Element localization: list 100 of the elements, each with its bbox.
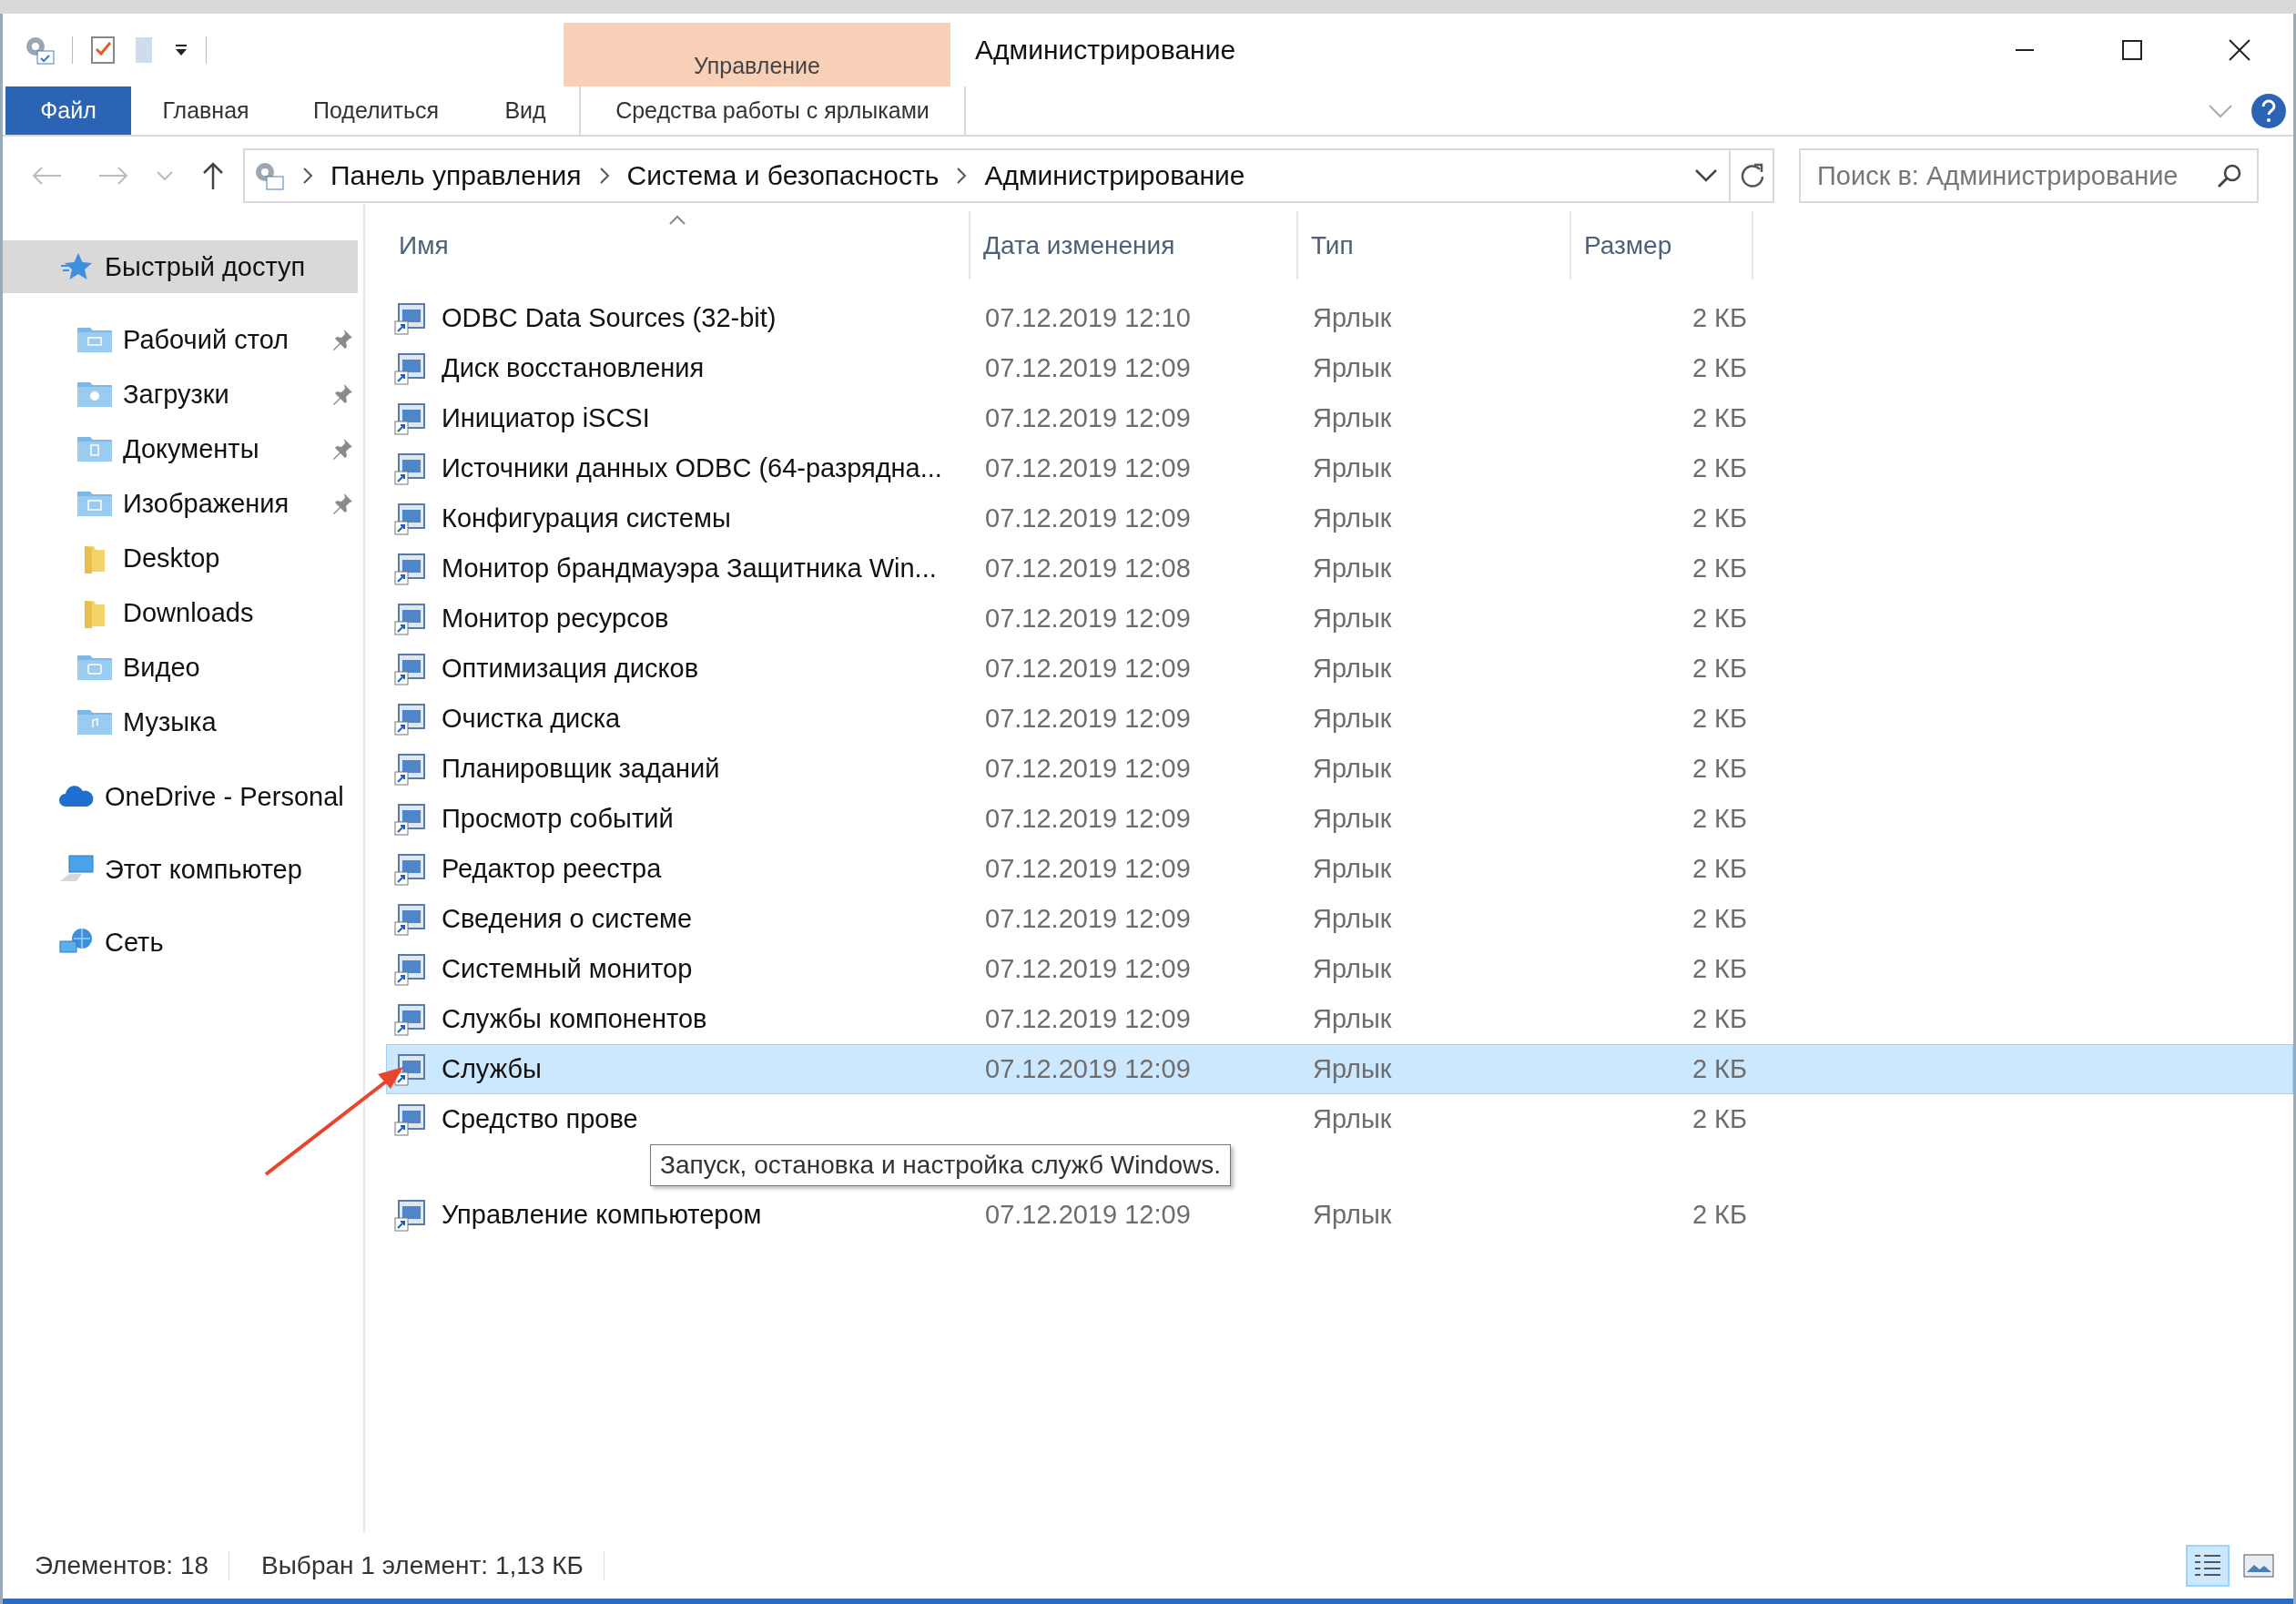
date-modified: 07.12.2019 12:09	[985, 804, 1191, 833]
column-header[interactable]: Имя	[386, 211, 970, 279]
file-name: Просмотр событий	[442, 804, 674, 834]
nav-item[interactable]: Рабочий стол	[3, 313, 358, 366]
file-size: 2 КБ	[1692, 403, 1747, 432]
file-row[interactable]: Оптимизация дисков 07.12.2019 12:09 Ярлык 2 КБ	[386, 644, 2293, 694]
folder-icon	[76, 707, 113, 736]
file-row[interactable]: Системный монитор 07.12.2019 12:09 Ярлык 2 КБ	[386, 944, 2293, 994]
address-bar[interactable]: Панель управления Система и безопасность Администрирование	[243, 148, 1774, 203]
file-row[interactable]: Сведения о системе 07.12.2019 12:09 Ярлык 2 КБ	[386, 894, 2293, 944]
shortcut-icon	[394, 952, 427, 986]
nav-item[interactable]: Быстрый доступ	[3, 240, 358, 293]
shortcut-icon	[394, 1052, 427, 1086]
file-size: 2 КБ	[1692, 1200, 1747, 1229]
folder-icon	[76, 653, 113, 682]
date-modified: 07.12.2019 12:09	[985, 654, 1191, 683]
file-type: Ярлык	[1313, 654, 1392, 683]
date-modified: 07.12.2019 12:09	[985, 403, 1191, 432]
file-type: Ярлык	[1313, 303, 1392, 332]
file-size: 2 КБ	[1692, 553, 1747, 583]
ribbon-tab[interactable]: Поделиться	[280, 86, 472, 135]
nav-item[interactable]: Downloads	[3, 586, 358, 639]
breadcrumb-item[interactable]: Администрирование	[984, 160, 1245, 191]
file-type: Ярлык	[1313, 954, 1392, 983]
date-modified: 07.12.2019 12:09	[985, 1004, 1191, 1033]
file-row[interactable]: Службы компонентов 07.12.2019 12:09 Ярлык 2 КБ	[386, 994, 2293, 1044]
shortcut-icon	[394, 502, 427, 535]
file-row[interactable]: Источники данных ODBC (64-разрядна... 07.12.2019 12:09 Ярлык 2 КБ	[386, 443, 2293, 493]
file-name: Монитор брандмауэра Защитника Win...	[442, 553, 937, 584]
column-header[interactable]: Тип	[1298, 211, 1571, 279]
nav-item[interactable]: Документы	[3, 422, 358, 475]
nav-item[interactable]: Изображения	[3, 477, 358, 530]
recent-locations-button[interactable]	[156, 169, 174, 182]
column-header[interactable]: Размер	[1571, 211, 1753, 279]
breadcrumb-item[interactable]: Панель управления	[330, 160, 582, 191]
cloud-icon	[58, 785, 95, 808]
file-row[interactable]: Монитор ресурсов 07.12.2019 12:09 Ярлык 2 КБ	[386, 594, 2293, 644]
file-row[interactable]: Просмотр событий 07.12.2019 12:09 Ярлык 2 КБ	[386, 794, 2293, 844]
ribbon-tab[interactable]: Вид	[472, 86, 579, 135]
nav-item[interactable]: Загрузки	[3, 368, 358, 421]
up-button[interactable]	[201, 160, 225, 191]
shortcut-icon	[394, 351, 427, 385]
back-button[interactable]	[30, 165, 63, 187]
file-name: Планировщик заданий	[442, 754, 720, 784]
search-field[interactable]: Поиск в: Администрирование	[1799, 148, 2259, 203]
shortcut-icon	[394, 1002, 427, 1036]
file-row[interactable]: ODBC Data Sources (32-bit) 07.12.2019 12:10 Ярлык 2 КБ	[386, 293, 2293, 343]
nav-item[interactable]: Музыка	[3, 695, 358, 748]
file-type: Ярлык	[1313, 1054, 1392, 1083]
shortcut-icon	[394, 902, 427, 936]
shortcut-icon	[394, 602, 427, 635]
checklist-icon[interactable]	[89, 35, 117, 66]
nav-item[interactable]: Desktop	[3, 532, 358, 584]
chevron-down-icon[interactable]	[2208, 102, 2233, 119]
forward-button[interactable]	[97, 165, 130, 187]
file-name: Средство прове	[442, 1104, 638, 1134]
nav-item[interactable]: Сеть	[3, 916, 358, 969]
file-row[interactable]: Средство прове Ярлык 2 КБ	[386, 1094, 2293, 1144]
file-type: Ярлык	[1313, 553, 1392, 583]
file-type: Ярлык	[1313, 503, 1392, 533]
file-row[interactable]: Инициатор iSCSI 07.12.2019 12:09 Ярлык 2 КБ	[386, 393, 2293, 443]
file-type: Ярлык	[1313, 453, 1392, 482]
ribbon-tab[interactable]: Главная	[131, 86, 280, 135]
nav-item[interactable]: OneDrive - Personal	[3, 770, 358, 823]
folder-icon	[76, 434, 113, 463]
file-row[interactable]: Планировщик заданий 07.12.2019 12:09 Ярлык 2 КБ	[386, 744, 2293, 794]
file-row[interactable]: Монитор брандмауэра Защитника Win... 07.12.2019 12:08 Ярлык 2 КБ	[386, 543, 2293, 594]
file-row[interactable]: Службы 07.12.2019 12:09 Ярлык 2 КБ	[386, 1044, 2293, 1094]
ribbon-tab[interactable]: Файл	[5, 86, 131, 135]
folder-icon	[76, 380, 113, 409]
nav-item[interactable]: Видео	[3, 641, 358, 694]
date-modified: 07.12.2019 12:08	[985, 553, 1191, 583]
dropdown-icon[interactable]	[1694, 168, 1718, 184]
window-title: Администрирование	[975, 35, 1236, 66]
help-icon[interactable]	[2251, 93, 2286, 128]
breadcrumb-item[interactable]: Система и безопасность	[626, 160, 940, 191]
file-row[interactable]: Диск восстановления 07.12.2019 12:09 Ярлык 2 КБ	[386, 343, 2293, 393]
shortcut-icon	[394, 452, 427, 485]
file-name: Источники данных ODBC (64-разрядна...	[442, 453, 942, 483]
date-modified: 07.12.2019 12:09	[985, 1054, 1191, 1083]
ribbon-tab[interactable]: Средства работы с ярлыками	[579, 86, 966, 135]
chevron-icon	[301, 166, 314, 186]
file-row[interactable]: Очистка диска 07.12.2019 12:09 Ярлык 2 КБ	[386, 694, 2293, 744]
shortcut-icon	[394, 652, 427, 685]
file-size: 2 КБ	[1692, 1104, 1747, 1133]
column-header[interactable]: Дата изменения	[970, 211, 1298, 279]
file-name: Службы	[442, 1054, 542, 1084]
file-name: Диск восстановления	[442, 353, 705, 383]
file-row[interactable]: Редактор реестра 07.12.2019 12:09 Ярлык 2 КБ	[386, 844, 2293, 894]
nav-item[interactable]: Этот компьютер	[3, 843, 358, 896]
file-row[interactable]: Конфигурация системы 07.12.2019 12:09 Ярлык 2 КБ	[386, 493, 2293, 543]
tooltip: Запуск, остановка и настройка служб Windows.	[650, 1144, 1232, 1186]
file-name: Сведения о системе	[442, 904, 693, 934]
file-name: Очистка диска	[442, 704, 621, 734]
file-size: 2 КБ	[1692, 303, 1747, 332]
file-row[interactable]: Управление компьютером 07.12.2019 12:09 Ярлык 2 КБ	[386, 1190, 2293, 1240]
file-type: Ярлык	[1313, 754, 1392, 783]
details-view-button[interactable]	[2186, 1545, 2230, 1587]
shortcut-icon	[394, 752, 427, 786]
status-text: Элементов: 18	[3, 1551, 230, 1580]
